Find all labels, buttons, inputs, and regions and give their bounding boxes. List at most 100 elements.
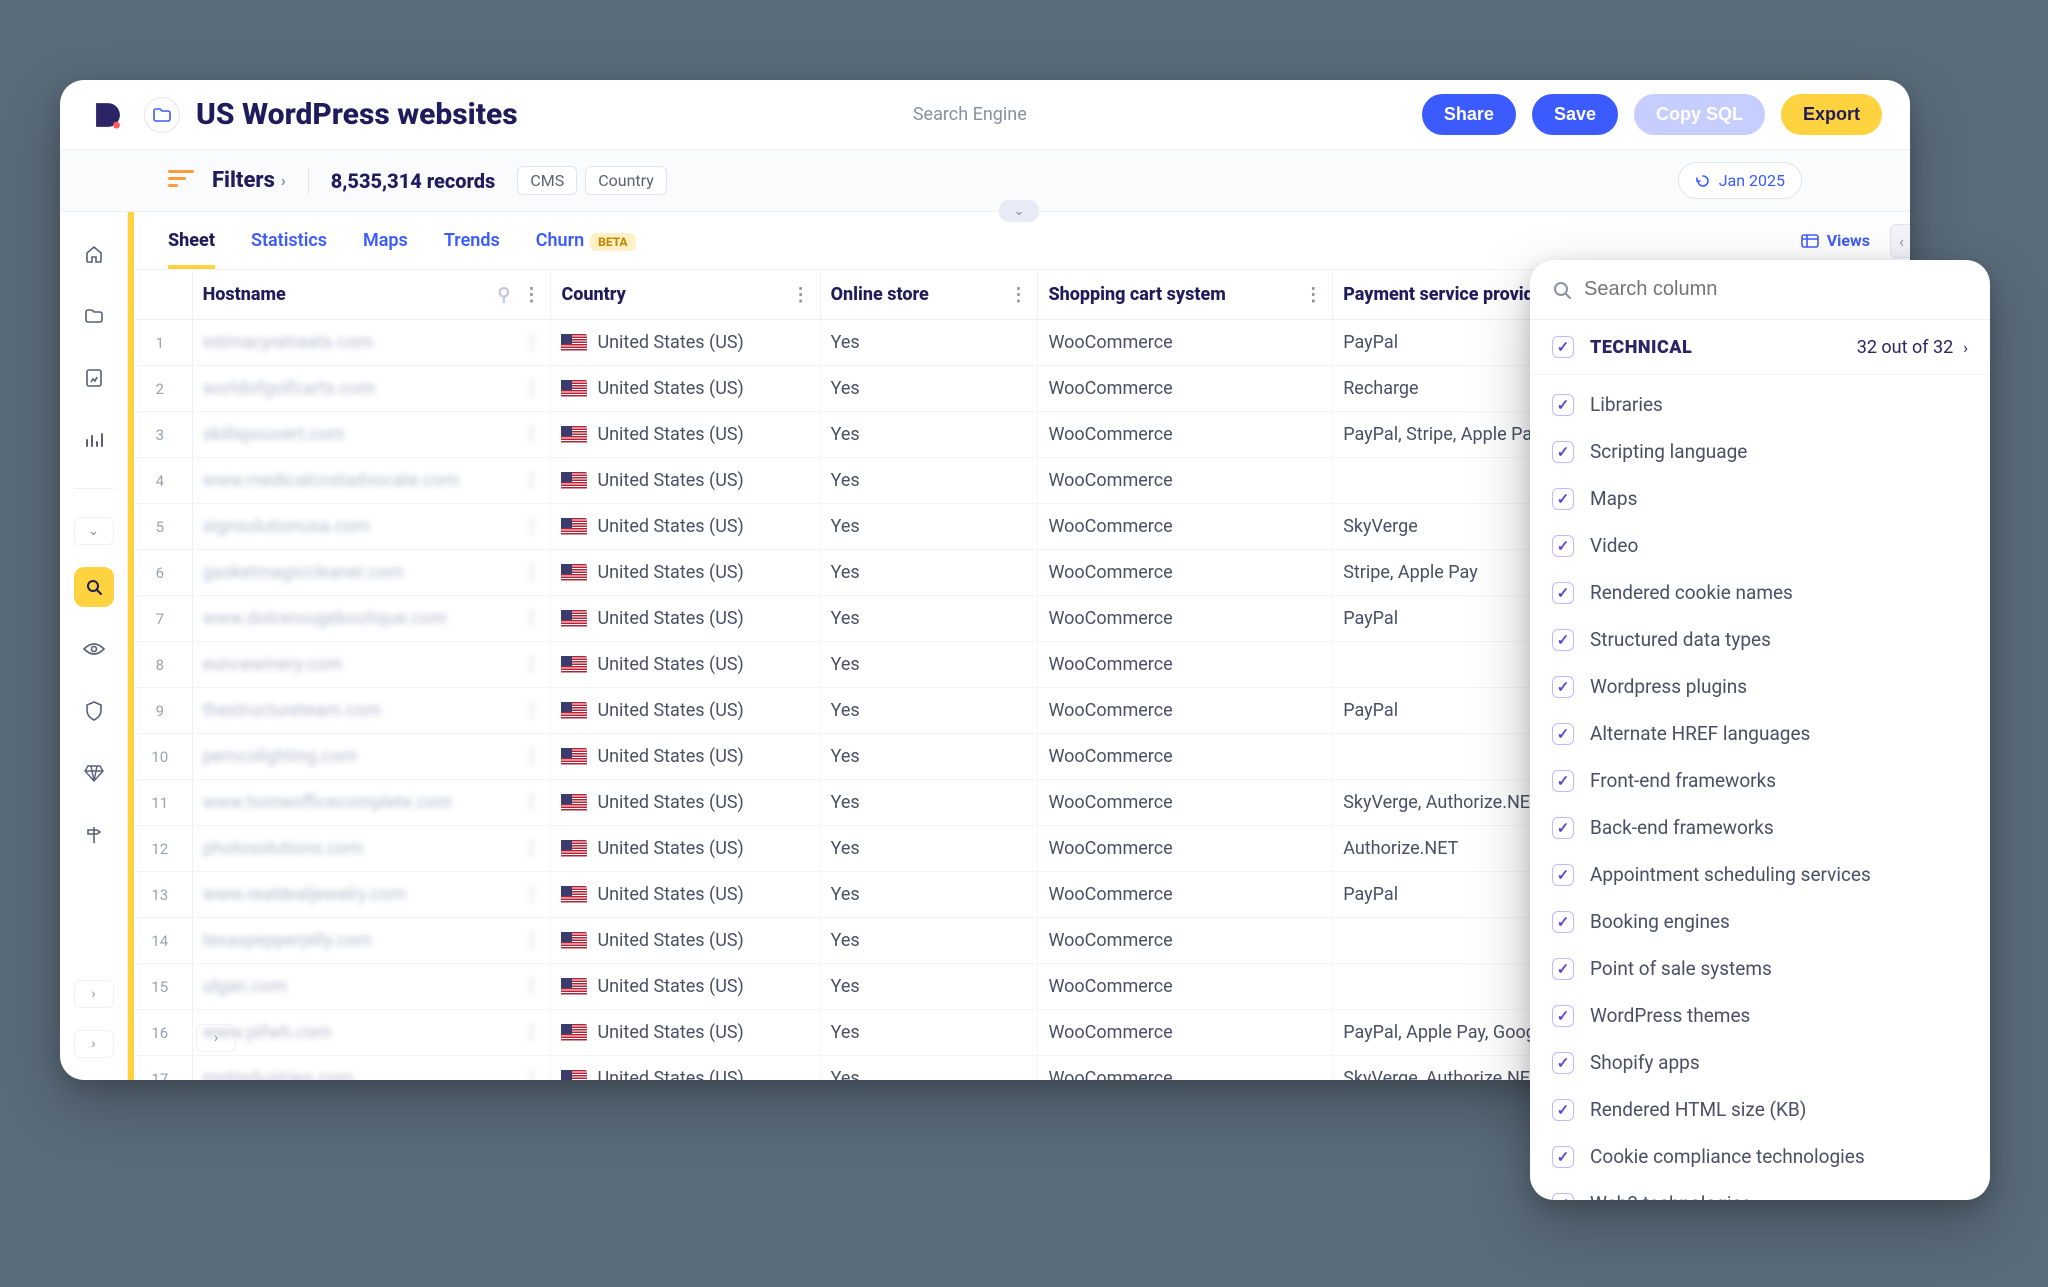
column-option[interactable]: Web3 technologies (1530, 1180, 1990, 1200)
column-option[interactable]: Maps (1530, 475, 1990, 522)
column-option[interactable]: Wordpress plugins (1530, 663, 1990, 710)
column-option[interactable]: Back-end frameworks (1530, 804, 1990, 851)
column-option[interactable]: Structured data types (1530, 616, 1990, 663)
folder-icon[interactable] (144, 97, 180, 133)
tab-statistics[interactable]: Statistics (251, 230, 327, 251)
filter-chip[interactable]: CMS (517, 166, 577, 195)
copy-sql-button[interactable]: Copy SQL (1634, 94, 1765, 135)
cell-hostname[interactable]: www.pifwh.com⋮ (192, 1010, 551, 1056)
column-option[interactable]: Video (1530, 522, 1990, 569)
row-menu[interactable]: ⋮ (522, 1022, 540, 1043)
cell-hostname[interactable]: thestructureteam.com⋮ (192, 688, 551, 734)
checkbox[interactable] (1552, 1005, 1574, 1027)
sidebar-folder[interactable] (74, 296, 114, 336)
footer-expand[interactable]: › (196, 1024, 236, 1052)
sidebar-diamond[interactable] (74, 753, 114, 793)
checkbox[interactable] (1552, 441, 1574, 463)
row-menu[interactable]: ⋮ (522, 884, 540, 905)
row-menu[interactable]: ⋮ (522, 930, 540, 951)
cell-hostname[interactable]: www.dolcerougeboutique.com⋮ (192, 596, 551, 642)
cell-hostname[interactable]: texaspepperjelly.com⋮ (192, 918, 551, 964)
sidebar-search[interactable] (74, 567, 114, 607)
tab-trends[interactable]: Trends (444, 230, 500, 251)
sidebar-report[interactable] (74, 358, 114, 398)
cell-hostname[interactable]: ulgan.com⋮ (192, 964, 551, 1010)
column-option[interactable]: Appointment scheduling services (1530, 851, 1990, 898)
checkbox[interactable] (1552, 535, 1574, 557)
row-menu[interactable]: ⋮ (522, 608, 540, 629)
row-menu[interactable]: ⋮ (522, 378, 540, 399)
sidebar-expand-1[interactable]: › (74, 980, 114, 1008)
cell-hostname[interactable]: mptindustries.com⋮ (192, 1056, 551, 1081)
share-button[interactable]: Share (1422, 94, 1516, 135)
row-menu[interactable]: ⋮ (522, 516, 540, 537)
column-option[interactable]: Booking engines (1530, 898, 1990, 945)
checkbox[interactable] (1552, 911, 1574, 933)
row-menu[interactable]: ⋮ (522, 976, 540, 997)
row-menu[interactable]: ⋮ (522, 332, 540, 353)
cell-hostname[interactable]: signsolutionusa.com⋮ (192, 504, 551, 550)
checkbox[interactable] (1552, 1193, 1574, 1201)
column-option[interactable]: Alternate HREF languages (1530, 710, 1990, 757)
column-option[interactable]: Cookie compliance technologies (1530, 1133, 1990, 1180)
row-menu[interactable]: ⋮ (522, 746, 540, 767)
sidebar-home[interactable] (74, 234, 114, 274)
column-menu[interactable]: ⋮ (1009, 284, 1027, 305)
tab-maps[interactable]: Maps (363, 230, 408, 251)
row-menu[interactable]: ⋮ (522, 562, 540, 583)
cell-hostname[interactable]: www.medicalcostadvocate.com⋮ (192, 458, 551, 504)
checkbox[interactable] (1552, 958, 1574, 980)
sidebar-eye[interactable] (74, 629, 114, 669)
column-menu[interactable]: ⋮ (522, 284, 540, 305)
column-option[interactable]: Rendered HTML size (KB) (1530, 1086, 1990, 1133)
panel-section-technical[interactable]: TECHNICAL 32 out of 32 › (1530, 320, 1990, 375)
cell-hostname[interactable]: www.homeofficecomplete.com⋮ (192, 780, 551, 826)
checkbox[interactable] (1552, 723, 1574, 745)
row-menu[interactable]: ⋮ (522, 838, 540, 859)
checkbox[interactable] (1552, 1146, 1574, 1168)
row-menu[interactable]: ⋮ (522, 470, 540, 491)
date-picker[interactable]: Jan 2025 (1678, 162, 1802, 199)
cell-hostname[interactable]: euncewinery.com⋮ (192, 642, 551, 688)
checkbox[interactable] (1552, 394, 1574, 416)
checkbox[interactable] (1552, 488, 1574, 510)
col-header[interactable]: Hostname⚲⋮ (192, 270, 551, 320)
col-header[interactable]: Country⋮ (551, 270, 820, 320)
cell-hostname[interactable]: pemcolighting.com⋮ (192, 734, 551, 780)
column-option[interactable]: WordPress themes (1530, 992, 1990, 1039)
checkbox[interactable] (1552, 864, 1574, 886)
row-menu[interactable]: ⋮ (522, 700, 540, 721)
checkbox[interactable] (1552, 817, 1574, 839)
tab-sheet[interactable]: Sheet (168, 230, 215, 269)
column-option[interactable]: Point of sale systems (1530, 945, 1990, 992)
checkbox[interactable] (1552, 676, 1574, 698)
export-button[interactable]: Export (1781, 94, 1882, 135)
column-option[interactable]: Libraries (1530, 381, 1990, 428)
checkbox[interactable] (1552, 770, 1574, 792)
tab-churn[interactable]: ChurnBETA (536, 230, 636, 251)
views-button[interactable]: Views (1801, 231, 1870, 250)
column-option[interactable]: Scripting language (1530, 428, 1990, 475)
checkbox[interactable] (1552, 629, 1574, 651)
cell-hostname[interactable]: worldofgolfcarts.com⋮ (192, 366, 551, 412)
column-menu[interactable]: ⋮ (792, 284, 810, 305)
filter-chip[interactable]: Country (585, 166, 667, 195)
col-header[interactable]: Shopping cart system⋮ (1038, 270, 1333, 320)
search-engine-link[interactable]: Search Engine (913, 104, 1027, 125)
cell-hostname[interactable]: www.realdealjewelry.com⋮ (192, 872, 551, 918)
column-menu[interactable]: ⋮ (1304, 284, 1322, 305)
sidebar-analytics[interactable] (74, 420, 114, 460)
row-menu[interactable]: ⋮ (522, 424, 540, 445)
column-option[interactable]: Shopify apps (1530, 1039, 1990, 1086)
sidebar-expand-2[interactable]: › (74, 1030, 114, 1058)
checkbox[interactable] (1552, 1052, 1574, 1074)
sidebar-shield[interactable] (74, 691, 114, 731)
panel-collapse[interactable]: ‹ (1890, 224, 1910, 258)
save-button[interactable]: Save (1532, 94, 1618, 135)
cell-hostname[interactable]: skillspouvert.com⋮ (192, 412, 551, 458)
sidebar-signpost[interactable] (74, 815, 114, 855)
row-menu[interactable]: ⋮ (522, 1068, 540, 1080)
cell-hostname[interactable]: intimacyretreats.com⋮ (192, 320, 551, 366)
column-option[interactable]: Front-end frameworks (1530, 757, 1990, 804)
checkbox[interactable] (1552, 1099, 1574, 1121)
